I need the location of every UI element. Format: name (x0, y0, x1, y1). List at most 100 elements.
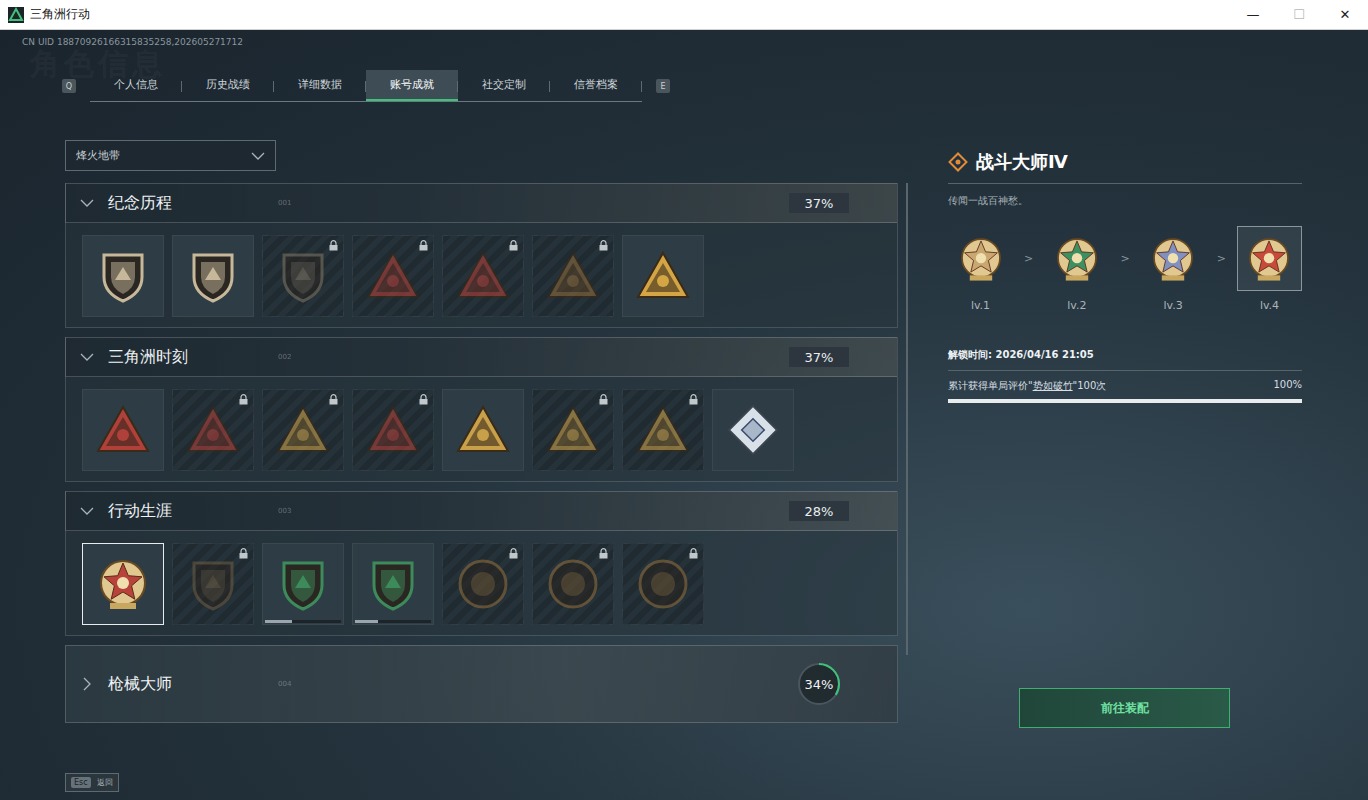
badge-icon (634, 555, 692, 613)
badge-icon (184, 247, 242, 305)
badge-icon (544, 247, 602, 305)
tab[interactable]: 账号成就 (366, 70, 458, 101)
window-control-button[interactable]: ✕ (1322, 0, 1368, 29)
badge-icon (94, 401, 152, 459)
level-item[interactable]: lv.3 (1141, 226, 1206, 312)
level-item[interactable]: lv.1 (948, 226, 1013, 312)
badge-tile[interactable] (442, 235, 524, 317)
badge-icon (94, 555, 152, 613)
badge-tile[interactable] (352, 543, 434, 625)
uid-label: CN UID 18870926166315835258,202605271712 (0, 30, 1368, 70)
app-window: 三角洲行动—☐✕角色信息CN UID 18870926166315835258,… (0, 0, 1368, 800)
level-label: lv.1 (971, 299, 990, 312)
section-percent: 34% (805, 677, 834, 692)
badge-tile[interactable] (622, 389, 704, 471)
badge-tile[interactable] (442, 543, 524, 625)
achievement-diamond-icon (948, 152, 968, 172)
badge-icon (364, 401, 422, 459)
chevron-right-icon (80, 677, 94, 691)
badge-tile[interactable] (262, 543, 344, 625)
lock-icon (329, 240, 338, 251)
badge-tile[interactable] (532, 543, 614, 625)
requirement-progress (948, 399, 1302, 403)
badge-tile[interactable] (172, 235, 254, 317)
section-header[interactable]: 三角洲时刻002 37% (65, 337, 898, 377)
achievement-section: 行动生涯00328% (65, 491, 898, 636)
lock-icon (239, 548, 248, 559)
badge-icon (274, 401, 332, 459)
progress-ring: 34% (795, 660, 843, 708)
lock-icon (599, 548, 608, 559)
lock-icon (689, 394, 698, 405)
window-control-button[interactable]: ☐ (1276, 0, 1322, 29)
badge-tile[interactable] (622, 235, 704, 317)
badge-tile[interactable] (82, 235, 164, 317)
section-title: 三角洲时刻 (108, 347, 278, 368)
lock-icon (419, 394, 428, 405)
badge-tile[interactable] (622, 543, 704, 625)
prev-tab-key[interactable]: Q (62, 79, 76, 93)
tab[interactable]: 个人信息 (90, 70, 182, 101)
badge-icon (1148, 234, 1198, 284)
chevron-down-icon (80, 196, 94, 210)
mode-select[interactable]: 烽火地带 (65, 140, 276, 171)
level-list: lv.1>lv.2>lv.3>lv.4 (948, 226, 1302, 312)
badge-tile[interactable] (352, 389, 434, 471)
badge-icon (634, 401, 692, 459)
badge-tile[interactable] (712, 389, 794, 471)
section-header[interactable]: 行动生涯00328% (65, 491, 898, 531)
level-label: lv.3 (1164, 299, 1183, 312)
requirement-row: 累计获得单局评价"势如破竹"100次100% (948, 379, 1302, 393)
tab[interactable]: 社交定制 (458, 70, 550, 101)
window-title: 三角洲行动 (30, 6, 90, 23)
scrollbar[interactable] (906, 183, 908, 655)
level-label: lv.4 (1260, 299, 1279, 312)
equip-button[interactable]: 前往装配 (1019, 688, 1230, 728)
tab[interactable]: 信誉档案 (550, 70, 642, 101)
window-control-button[interactable]: — (1230, 0, 1276, 29)
badge-tile[interactable] (82, 543, 164, 625)
badge-tile[interactable] (352, 235, 434, 317)
level-separator: > (1206, 252, 1237, 265)
badge-icon (184, 555, 242, 613)
badge-tile[interactable] (532, 235, 614, 317)
level-item[interactable]: lv.4 (1237, 226, 1302, 312)
chevron-down-icon (80, 504, 94, 518)
badge-grid (65, 531, 898, 636)
section-title: 枪械大师 (108, 674, 278, 695)
badge-tile[interactable] (82, 389, 164, 471)
badge-icon (544, 401, 602, 459)
tab[interactable]: 详细数据 (274, 70, 366, 101)
badge-icon (94, 247, 152, 305)
unlock-time: 解锁时间: 2026/04/16 21:05 (948, 348, 1302, 371)
level-item[interactable]: lv.2 (1044, 226, 1109, 312)
tab[interactable]: 历史战绩 (182, 70, 274, 101)
badge-icon (634, 247, 692, 305)
section-header[interactable]: 枪械大师00434% (65, 645, 898, 723)
badge-icon (454, 555, 512, 613)
section-number: 001 (278, 199, 291, 207)
badge-tile[interactable] (172, 543, 254, 625)
section-percent: 37% (789, 347, 849, 367)
back-button[interactable]: Esc返回 (65, 773, 119, 792)
detail-title: 战斗大师Ⅳ (976, 150, 1068, 174)
lock-icon (329, 394, 338, 405)
badge-icon (364, 247, 422, 305)
badge-tile[interactable] (532, 389, 614, 471)
next-tab-key[interactable]: E (656, 79, 670, 93)
lock-icon (239, 394, 248, 405)
badge-icon (364, 555, 422, 613)
badge-icon (454, 401, 512, 459)
badge-tile[interactable] (172, 389, 254, 471)
section-title: 纪念历程 (108, 193, 278, 214)
app-logo-icon (8, 7, 24, 23)
title-bar: 三角洲行动 —☐✕ (0, 0, 1368, 30)
badge-tile[interactable] (442, 389, 524, 471)
section-header[interactable]: 纪念历程00137% (65, 183, 898, 223)
section-number: 002 (278, 353, 291, 361)
badge-icon (956, 234, 1006, 284)
badge-tile[interactable] (262, 389, 344, 471)
achievement-section: 纪念历程00137% (65, 183, 898, 328)
badge-progress (265, 620, 341, 623)
badge-tile[interactable] (262, 235, 344, 317)
